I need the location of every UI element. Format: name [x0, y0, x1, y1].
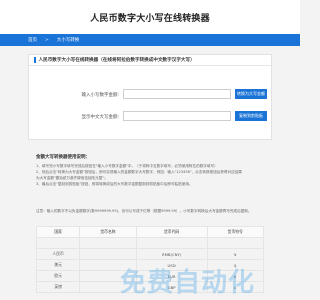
table-cell	[35, 237, 81, 249]
card-title-text: 人民币数字大小写在线转换器（在线将阿拉伯数字转换成中文数字汉字大写）	[38, 58, 195, 63]
converter-card: 人民币数字大小写在线转换器（在线将阿拉伯数字转换成中文数字汉字大写） 输入小写数…	[28, 54, 272, 140]
table-row: 人民币 RMB(CNY) ¥	[35, 248, 264, 260]
breadcrumb-separator: >	[45, 37, 49, 43]
input-row: 输入小写数字金额: 转换为大写金额	[29, 89, 273, 99]
table-cell: RMB(CNY)	[135, 248, 208, 260]
instruction-line: 3、最后点击"复制到剪贴板"按钮，即将转换成后的大写数字金额复制到剪贴板中后即可…	[36, 182, 193, 186]
table-cell	[79, 248, 137, 260]
output-row: 显示中文大写金额: 复制到剪贴板	[29, 111, 273, 121]
table-header-cell: 货币代码	[135, 226, 208, 238]
watermark-overlay: 免费自动化	[120, 268, 256, 298]
lowercase-amount-label: 输入小写数字金额:	[81, 92, 119, 98]
uppercase-amount-label: 显示中文大写金额:	[81, 114, 119, 120]
instructions-title: 金额大写转换器使用说明：	[36, 155, 90, 160]
table-cell: 美元	[35, 259, 81, 271]
site-title: 人民币数字大小写在线转换器	[90, 13, 210, 24]
table-header-row: 国家 货币名称 货币代码 货币符号	[35, 226, 264, 238]
lowercase-amount-input[interactable]	[123, 89, 231, 99]
table-cell	[206, 237, 264, 249]
usage-note: 注意：输入的数字不以负金额数字(数9999999.99)，也可以写成千亿等（根据…	[36, 209, 252, 213]
site-header: 人民币数字大小写在线转换器	[0, 0, 300, 34]
nav-current-page[interactable]: 大小写转换	[57, 37, 80, 43]
table-cell	[79, 237, 137, 249]
table-header-cell: 货币名称	[79, 226, 137, 238]
table-header-cell: 货币符号	[206, 226, 264, 238]
title-accent-bar	[34, 57, 36, 63]
card-title: 人民币数字大小写在线转换器（在线将阿拉伯数字转换成中文数字汉字大写）	[29, 55, 271, 66]
table-header-cell: 国家	[35, 226, 81, 238]
table-cell: 人民币	[35, 248, 81, 260]
convert-to-uppercase-button[interactable]: 转换为大写金额	[235, 89, 267, 99]
usage-instructions: 金额大写转换器使用说明： 1、填写完小写数字填写完成后按钮在"输入小写数字金额"…	[36, 154, 264, 187]
table-cell: 欧元	[35, 270, 81, 282]
table-cell: ¥	[206, 248, 264, 260]
table-row	[35, 237, 264, 249]
uppercase-amount-output[interactable]	[123, 111, 231, 121]
table-cell	[135, 237, 208, 249]
nav-home-link[interactable]: 首页	[28, 37, 37, 43]
navbar: 首页 > 大小写转换	[0, 34, 300, 46]
table-cell: 英镑	[35, 281, 81, 293]
copy-to-clipboard-button[interactable]: 复制到剪贴板	[235, 111, 267, 121]
